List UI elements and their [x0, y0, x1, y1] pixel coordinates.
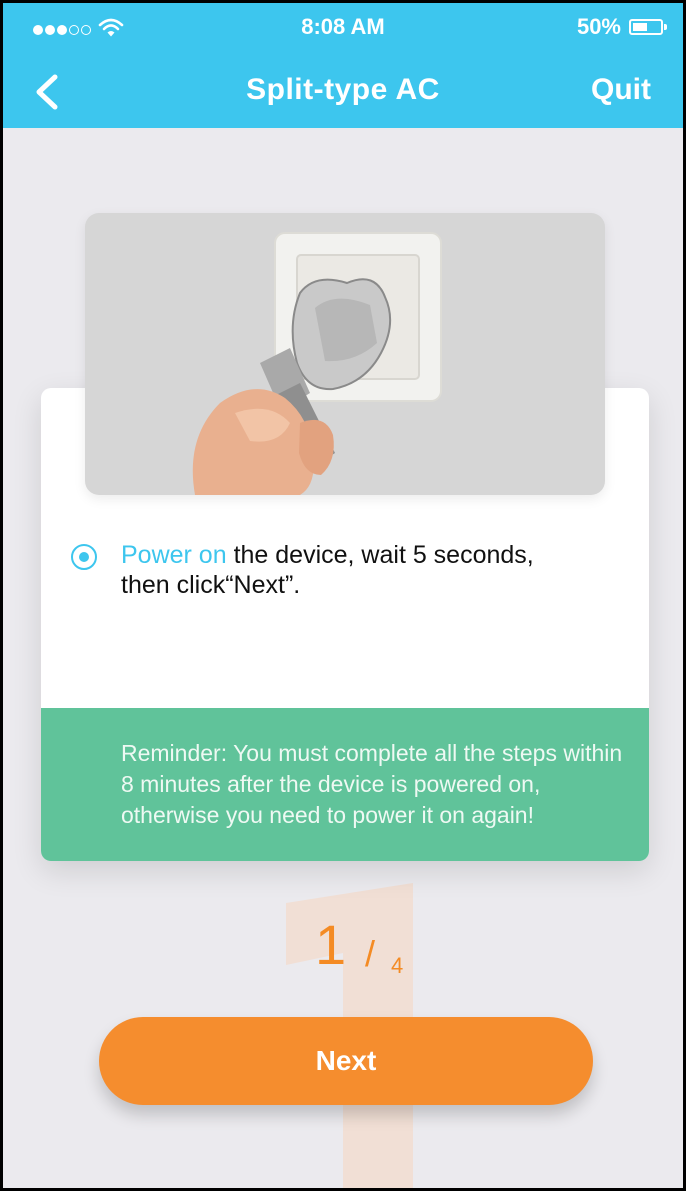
step-total: 4: [391, 953, 404, 978]
quit-button[interactable]: Quit: [591, 73, 651, 107]
radio-selected-icon: [71, 544, 97, 570]
reminder-banner: Reminder: You must complete all the step…: [41, 708, 649, 861]
step-current: 1: [315, 913, 347, 976]
status-bar: 8:08 AM 50%: [3, 3, 683, 43]
screen: 8:08 AM 50% Split-type AC Quit Power on …: [0, 0, 686, 1191]
instruction-text: Power on the device, wait 5 seconds, the…: [121, 540, 631, 600]
instruction-line-1: the device, wait 5 seconds,: [226, 541, 534, 569]
instruction-line-2: then click“Next”.: [121, 571, 301, 599]
instruction-step: Power on the device, wait 5 seconds, the…: [71, 540, 631, 600]
step-counter: 1 / 4: [315, 913, 403, 979]
power-plug-illustration: [85, 213, 605, 495]
step-separator: /: [365, 933, 376, 974]
plug-in-socket-image: [192, 232, 442, 495]
battery-percentage: 50%: [576, 14, 621, 39]
battery-icon: [629, 19, 667, 35]
instruction-highlight: Power on: [121, 541, 227, 569]
app-header: 8:08 AM 50% Split-type AC Quit: [3, 3, 683, 128]
page-title: Split-type AC: [246, 73, 440, 106]
next-button[interactable]: Next: [99, 1017, 593, 1105]
